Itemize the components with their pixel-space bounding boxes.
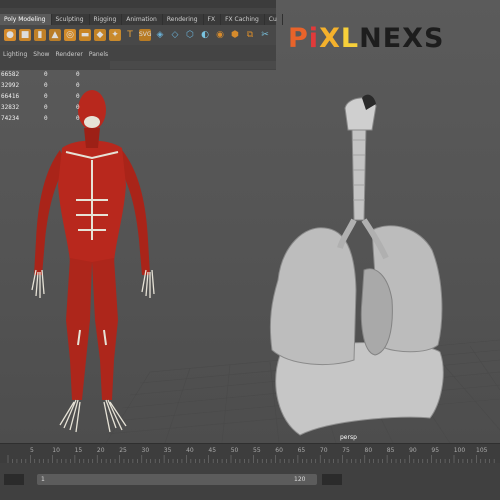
range-slider[interactable]: 1 120 <box>0 463 500 500</box>
disc-icon[interactable]: ◆ <box>94 29 106 41</box>
tab-sculpting[interactable]: Sculpting <box>52 14 90 25</box>
cone-icon[interactable]: ▲ <box>49 29 61 41</box>
time-tick-label: 85 <box>386 447 395 454</box>
tab-poly-modeling[interactable]: Poly Modeling <box>0 14 52 25</box>
end-field[interactable] <box>322 474 342 485</box>
smooth-icon[interactable]: ⬡ <box>184 29 196 41</box>
bridge-icon[interactable]: ⧉ <box>244 29 256 41</box>
bevel-icon[interactable]: ◉ <box>214 29 226 41</box>
hud-row: 66416 0 0 <box>1 93 80 100</box>
hud-row: 32992 0 0 <box>1 82 80 89</box>
tab-animation[interactable]: Animation <box>122 14 163 25</box>
pixlnexs-logo: Pi X L NEXS <box>288 22 445 54</box>
time-tick-label: 30 <box>141 447 150 454</box>
poly-count-hud: 66582 0 0 32992 0 0 66416 0 0 32832 0 0 74234 0 0 <box>0 71 80 126</box>
time-tick-label: 90 <box>409 447 417 454</box>
time-tick-label: 55 <box>253 447 261 454</box>
cylinder-icon[interactable]: ▮ <box>34 29 46 41</box>
multicut-icon[interactable]: ✂ <box>259 29 271 41</box>
tab-fx[interactable]: FX <box>204 14 222 25</box>
range-bar[interactable] <box>37 474 317 485</box>
cube-icon[interactable]: ■ <box>19 29 31 41</box>
sphere-icon[interactable]: ● <box>4 29 16 41</box>
panel-menu: Lighting Show Renderer Panels <box>0 51 276 61</box>
shelf-icons: ● ■ ▮ ▲ ◎ ▬ ◆ ✦ T SVG ◈ ◇ ⬡ ◐ ◉ ⬢ ⧉ ✂ <box>0 25 276 45</box>
extrude-icon[interactable]: ⬢ <box>229 29 241 41</box>
svg-icon[interactable]: SVG <box>139 29 152 41</box>
type-icon[interactable]: T <box>124 29 136 41</box>
mirror-icon[interactable]: ◐ <box>199 29 211 41</box>
time-tick-label: 20 <box>96 447 105 454</box>
menu-lighting[interactable]: Lighting <box>3 51 27 61</box>
menu-show[interactable]: Show <box>33 51 49 61</box>
time-tick-label: 60 <box>275 447 283 454</box>
time-ruler <box>7 455 495 463</box>
hud-row: 66582 0 0 <box>1 71 80 78</box>
time-tick-label: 40 <box>186 447 194 454</box>
hud-row: 74234 0 0 <box>1 115 80 122</box>
time-tick-label: 70 <box>319 447 328 454</box>
time-tick-label: 45 <box>208 447 217 454</box>
plane-icon[interactable]: ▬ <box>79 29 91 41</box>
hud-row: 32832 0 0 <box>1 104 80 111</box>
menu-renderer[interactable]: Renderer <box>55 51 82 61</box>
time-tick-label: 35 <box>163 447 172 454</box>
time-tick-label: 95 <box>431 447 440 454</box>
status-line <box>0 0 276 8</box>
menu-panels[interactable]: Panels <box>89 51 108 61</box>
time-slider[interactable]: 5 10 15 20 25 30 35 40 45 50 55 60 65 70 75 80 85 90 95 100… <box>0 443 500 463</box>
combine-icon[interactable]: ◈ <box>154 29 166 41</box>
range-end: 120 <box>294 476 306 483</box>
time-tick-label: 80 <box>364 447 373 454</box>
time-tick-label: 100 <box>453 447 466 454</box>
separate-icon[interactable]: ◇ <box>169 29 181 41</box>
time-tick-label: 5 <box>30 447 34 454</box>
time-tick-label: 50 <box>230 447 239 454</box>
platonic-icon[interactable]: ✦ <box>109 29 121 41</box>
range-start: 1 <box>41 476 45 483</box>
time-tick-label: 65 <box>297 447 306 454</box>
time-tick-label: 75 <box>342 447 350 454</box>
torus-icon[interactable]: ◎ <box>64 29 76 41</box>
time-tick-label: 10 <box>52 447 60 454</box>
camera-label: persp <box>340 434 357 441</box>
viewport-toolbar[interactable] <box>110 61 276 69</box>
time-tick-label: 15 <box>74 447 83 454</box>
tab-custom[interactable]: Cu <box>265 14 283 25</box>
time-tick-label: 105 <box>476 447 488 454</box>
shelf-tabs: Poly Modeling Sculpting Rigging Animatio… <box>0 14 283 25</box>
tab-rigging[interactable]: Rigging <box>90 14 123 25</box>
muscle-figure[interactable] <box>31 90 155 433</box>
lungs-model[interactable] <box>269 94 444 436</box>
start-field[interactable] <box>4 474 24 485</box>
tab-fx-caching[interactable]: FX Caching <box>221 14 265 25</box>
time-tick-label: 25 <box>119 447 127 454</box>
maya-top-ui: Poly Modeling Sculpting Rigging Animatio… <box>0 0 283 70</box>
tab-rendering[interactable]: Rendering <box>163 14 204 25</box>
